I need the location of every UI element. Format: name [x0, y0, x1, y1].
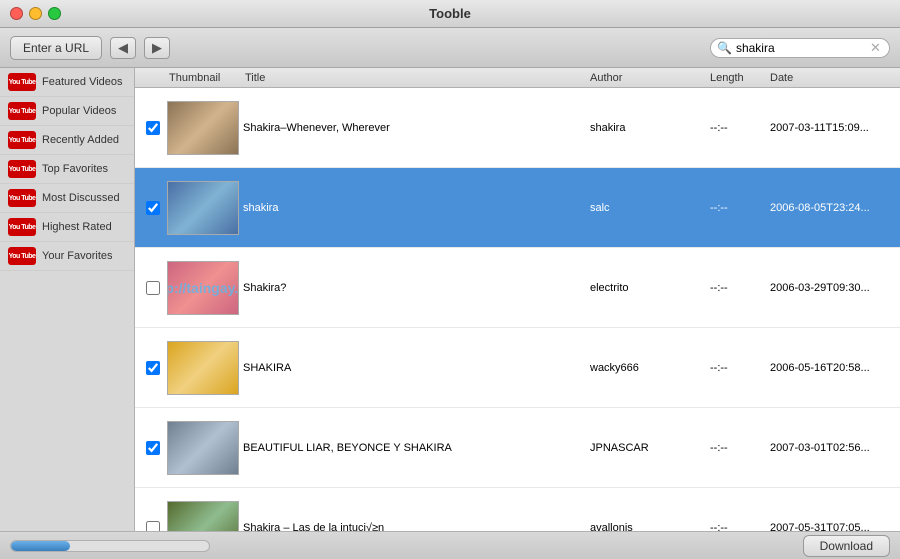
- row-title: Shakira?: [243, 282, 590, 294]
- search-input[interactable]: [736, 41, 866, 55]
- sidebar-item-label: Featured Videos: [42, 75, 123, 89]
- youtube-logo: You Tube: [8, 160, 36, 178]
- bottom-bar: Download: [0, 531, 900, 559]
- sidebar-item-label: Highest Rated: [42, 220, 112, 234]
- close-button[interactable]: [10, 7, 23, 20]
- toolbar: Enter a URL ◀ ▶ 🔍 ✕: [0, 28, 900, 68]
- row-checkbox-container: [143, 521, 163, 532]
- search-clear-button[interactable]: ✕: [870, 41, 881, 54]
- row-length: --:--: [710, 282, 770, 294]
- row-thumbnail: [163, 499, 243, 532]
- row-author: electrito: [590, 282, 710, 294]
- col-date: Date: [770, 72, 900, 84]
- row-checkbox[interactable]: [146, 361, 160, 375]
- download-button[interactable]: Download: [803, 535, 890, 557]
- row-author: shakira: [590, 122, 710, 134]
- row-author: JPNASCAR: [590, 442, 710, 454]
- row-checkbox-container: [143, 441, 163, 455]
- row-checkbox-container: [143, 201, 163, 215]
- sidebar-item-popular[interactable]: You Tube Popular Videos: [0, 97, 134, 126]
- row-title: Shakira – Las de la intuci√≥n: [243, 522, 590, 532]
- youtube-logo: You Tube: [8, 247, 36, 265]
- row-author: salc: [590, 202, 710, 214]
- table-header: Thumbnail Title Author Length Date: [135, 68, 900, 88]
- youtube-logo: You Tube: [8, 218, 36, 236]
- progress-bar-fill: [11, 541, 70, 551]
- row-date: 2007-05-31T07:05...: [770, 522, 900, 532]
- table-row[interactable]: shakirasalc--:--2006-08-05T23:24...: [135, 168, 900, 248]
- row-thumbnail: [163, 179, 243, 237]
- app-title: Tooble: [429, 6, 471, 21]
- row-checkbox[interactable]: [146, 201, 160, 215]
- row-author: wacky666: [590, 362, 710, 374]
- row-length: --:--: [710, 202, 770, 214]
- row-length: --:--: [710, 122, 770, 134]
- sidebar: You Tube Featured Videos You Tube Popular V…: [0, 68, 135, 531]
- col-title: Title: [245, 72, 590, 84]
- youtube-logo: You Tube: [8, 102, 36, 120]
- row-title: Shakira–Whenever, Wherever: [243, 122, 590, 134]
- row-thumbnail: [163, 339, 243, 397]
- sidebar-item-top[interactable]: You Tube Top Favorites: [0, 155, 134, 184]
- table-row[interactable]: Shakira–Whenever, Wherevershakira--:--20…: [135, 88, 900, 168]
- sidebar-item-most[interactable]: You Tube Most Discussed: [0, 184, 134, 213]
- youtube-logo: You Tube: [8, 131, 36, 149]
- youtube-logo: You Tube: [8, 189, 36, 207]
- col-author: Author: [590, 72, 710, 84]
- sidebar-item-label: Your Favorites: [42, 249, 113, 263]
- row-length: --:--: [710, 362, 770, 374]
- row-date: 2007-03-11T15:09...: [770, 122, 900, 134]
- row-checkbox[interactable]: [146, 441, 160, 455]
- table-row[interactable]: http://taingay.vn/Shakira?electrito--:--…: [135, 248, 900, 328]
- enter-url-button[interactable]: Enter a URL: [10, 36, 102, 60]
- table-row[interactable]: Shakira – Las de la intuci√≥navallonis--…: [135, 488, 900, 531]
- maximize-button[interactable]: [48, 7, 61, 20]
- row-title: BEAUTIFUL LIAR, BEYONCE Y SHAKIRA: [243, 442, 590, 454]
- sidebar-item-highest[interactable]: You Tube Highest Rated: [0, 213, 134, 242]
- row-date: 2006-08-05T23:24...: [770, 202, 900, 214]
- sidebar-item-label: Recently Added: [42, 133, 119, 147]
- row-date: 2006-05-16T20:58...: [770, 362, 900, 374]
- minimize-button[interactable]: [29, 7, 42, 20]
- row-length: --:--: [710, 442, 770, 454]
- row-length: --:--: [710, 522, 770, 532]
- sidebar-item-label: Popular Videos: [42, 104, 116, 118]
- youtube-logo: You Tube: [8, 73, 36, 91]
- row-date: 2006-03-29T09:30...: [770, 282, 900, 294]
- table-row[interactable]: BEAUTIFUL LIAR, BEYONCE Y SHAKIRAJPNASCA…: [135, 408, 900, 488]
- row-checkbox-container: [143, 281, 163, 295]
- window-controls: [10, 7, 61, 20]
- row-checkbox[interactable]: [146, 521, 160, 532]
- row-thumbnail: [163, 99, 243, 157]
- forward-button[interactable]: ▶: [144, 37, 170, 59]
- row-title: shakira: [243, 202, 590, 214]
- watermark-text: http://taingay.vn/: [167, 280, 239, 296]
- search-icon: 🔍: [717, 41, 732, 55]
- back-button[interactable]: ◀: [110, 37, 136, 59]
- row-title: SHAKIRA: [243, 362, 590, 374]
- progress-bar-container: [10, 540, 210, 552]
- row-author: avallonis: [590, 522, 710, 532]
- row-checkbox-container: [143, 121, 163, 135]
- row-thumbnail: http://taingay.vn/: [163, 259, 243, 317]
- sidebar-item-label: Most Discussed: [42, 191, 120, 205]
- search-box: 🔍 ✕: [710, 38, 890, 58]
- table-row[interactable]: SHAKIRAwacky666--:--2006-05-16T20:58...: [135, 328, 900, 408]
- table-body: Shakira–Whenever, Wherevershakira--:--20…: [135, 88, 900, 531]
- col-length: Length: [710, 72, 770, 84]
- titlebar: Tooble: [0, 0, 900, 28]
- sidebar-item-label: Top Favorites: [42, 162, 108, 176]
- row-checkbox[interactable]: [146, 281, 160, 295]
- main-content: You Tube Featured Videos You Tube Popular V…: [0, 68, 900, 531]
- row-thumbnail: [163, 419, 243, 477]
- table-area: Thumbnail Title Author Length Date Shaki…: [135, 68, 900, 531]
- row-checkbox[interactable]: [146, 121, 160, 135]
- col-thumbnail: Thumbnail: [165, 72, 245, 84]
- row-checkbox-container: [143, 361, 163, 375]
- sidebar-item-featured[interactable]: You Tube Featured Videos: [0, 68, 134, 97]
- sidebar-item-recently[interactable]: You Tube Recently Added: [0, 126, 134, 155]
- row-date: 2007-03-01T02:56...: [770, 442, 900, 454]
- sidebar-item-your[interactable]: You Tube Your Favorites: [0, 242, 134, 271]
